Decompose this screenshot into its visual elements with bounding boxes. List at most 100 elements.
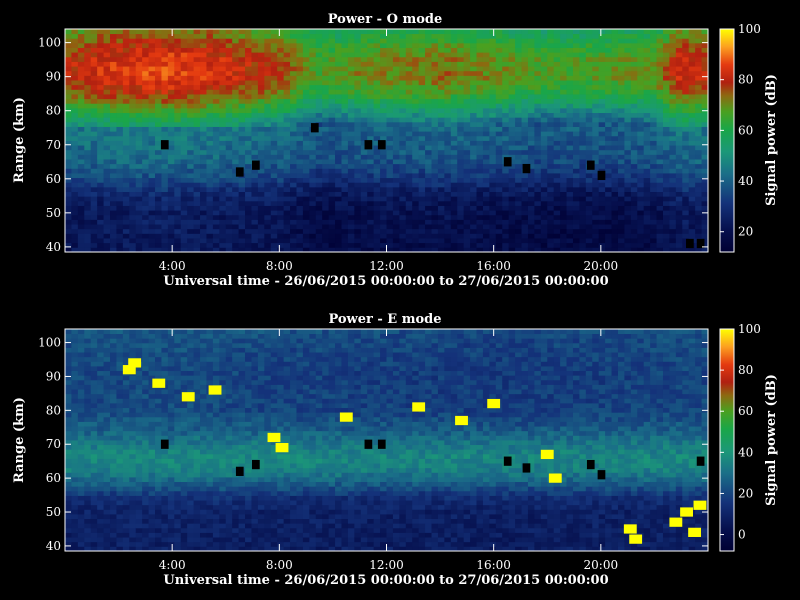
heatmap-cell xyxy=(341,145,349,151)
heatmap-cell xyxy=(290,196,297,202)
heatmap-cell xyxy=(367,186,375,193)
heatmap-cell xyxy=(65,347,72,353)
heatmap-cell xyxy=(695,126,702,132)
heatmap-cell xyxy=(174,38,182,44)
heatmap-cell xyxy=(489,219,497,225)
heatmap-cell xyxy=(450,94,458,100)
heatmap-cell xyxy=(180,107,188,114)
heatmap-cell xyxy=(611,94,619,100)
heatmap-cell xyxy=(225,94,233,100)
heatmap-cell xyxy=(637,94,645,100)
heatmap-cell xyxy=(637,210,645,216)
heatmap-cell xyxy=(675,33,683,39)
heatmap-cell xyxy=(161,61,169,67)
heatmap-cell xyxy=(245,84,252,90)
heatmap-cell xyxy=(270,94,278,100)
heatmap-cell xyxy=(450,117,458,123)
heatmap-cell xyxy=(560,224,567,230)
heatmap-cell xyxy=(65,329,72,335)
heatmap-cell xyxy=(624,112,632,118)
heatmap-cell xyxy=(392,140,400,146)
heatmap-cell xyxy=(148,205,156,211)
heatmap-cell xyxy=(675,52,683,58)
heatmap-cell xyxy=(90,56,98,62)
heatmap-cell xyxy=(65,523,72,529)
heatmap-cell xyxy=(695,210,702,216)
heatmap-cell xyxy=(611,52,619,58)
heatmap-cell xyxy=(309,196,317,202)
heatmap-cell xyxy=(572,219,580,225)
heatmap-cell xyxy=(585,145,593,151)
heatmap-cell xyxy=(193,84,201,90)
heatmap-cell xyxy=(457,29,465,35)
heatmap-cell xyxy=(495,38,503,44)
heatmap-cell xyxy=(399,224,407,230)
heatmap-cell xyxy=(277,182,285,188)
heatmap-cell xyxy=(200,103,207,109)
heatmap-cell xyxy=(264,159,272,165)
heatmap-cell xyxy=(682,219,690,225)
heatmap-cell xyxy=(251,154,259,160)
heatmap-cell xyxy=(110,52,117,58)
heatmap-cell xyxy=(322,75,330,81)
heatmap-cell xyxy=(579,210,587,216)
heatmap-cell xyxy=(534,42,542,48)
heatmap-cell xyxy=(553,121,561,127)
heatmap-cell xyxy=(547,233,555,239)
heatmap-cell xyxy=(675,233,683,239)
heatmap-cell xyxy=(97,200,104,206)
heatmap-cell xyxy=(637,173,645,179)
heatmap-cell xyxy=(450,103,458,109)
heatmap-cell xyxy=(560,173,567,179)
heatmap-cell xyxy=(77,33,85,39)
heatmap-cell xyxy=(701,112,709,118)
heatmap-cell xyxy=(662,238,670,244)
heatmap-cell xyxy=(116,47,124,53)
heatmap-cell xyxy=(90,52,98,58)
heatmap-cell xyxy=(270,89,278,95)
heatmap-cell xyxy=(656,29,664,35)
heatmap-cell xyxy=(547,121,555,127)
heatmap-cell xyxy=(617,80,625,86)
heatmap-cell xyxy=(65,168,72,174)
heatmap-cell xyxy=(399,182,407,188)
heatmap-cell xyxy=(630,135,638,141)
heatmap-cell xyxy=(566,163,574,169)
heatmap-cell xyxy=(605,196,612,202)
heatmap-cell xyxy=(116,182,124,188)
heatmap-cell xyxy=(457,228,465,234)
heatmap-cell xyxy=(695,33,702,39)
heatmap-cell xyxy=(650,112,657,118)
heatmap-cell xyxy=(592,191,600,197)
heatmap-cell xyxy=(219,242,227,248)
heatmap-cell xyxy=(335,145,342,151)
heatmap-cell xyxy=(656,126,664,132)
heatmap-cell xyxy=(290,103,297,109)
heatmap-cell xyxy=(277,131,285,137)
heatmap-cell xyxy=(328,103,336,109)
heatmap-cell xyxy=(309,210,317,216)
heatmap-cell xyxy=(206,140,214,146)
heatmap-cell xyxy=(431,29,439,35)
heatmap-cell xyxy=(367,38,375,44)
heatmap-cell xyxy=(650,80,657,86)
heatmap-cell xyxy=(103,107,111,114)
heatmap-cell xyxy=(251,210,259,216)
heatmap-cell xyxy=(463,126,471,132)
heatmap-cell xyxy=(238,205,246,211)
heatmap-cell xyxy=(611,29,619,35)
heatmap-cell xyxy=(585,103,593,109)
heatmap-cell xyxy=(77,444,85,450)
heatmap-cell xyxy=(392,228,400,234)
heatmap-cell xyxy=(354,103,362,109)
heatmap-cell xyxy=(418,52,426,58)
heatmap-cell xyxy=(283,233,291,239)
heatmap-cell xyxy=(547,242,555,248)
heatmap-cell xyxy=(142,47,149,53)
heatmap-cell xyxy=(450,135,458,141)
heatmap-cell xyxy=(65,490,72,496)
heatmap-cell xyxy=(219,66,227,72)
heatmap-cell xyxy=(264,224,272,230)
heatmap-cell xyxy=(90,145,98,151)
heatmap-cell xyxy=(245,38,252,44)
